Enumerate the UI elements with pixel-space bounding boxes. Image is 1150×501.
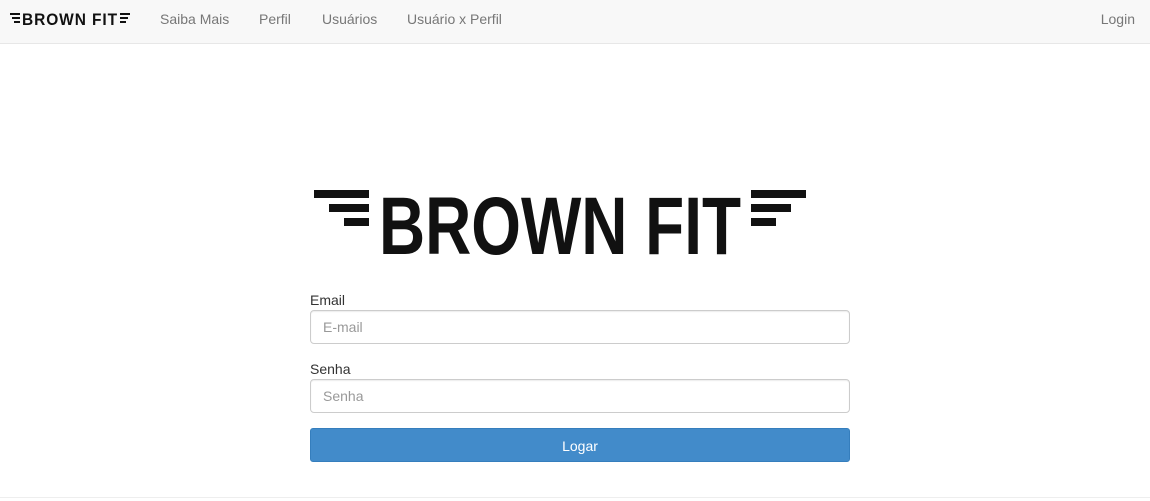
email-input[interactable]	[310, 310, 850, 344]
nav-usuario-x-perfil[interactable]: Usuário x Perfil	[407, 11, 502, 27]
footer-divider	[0, 497, 1150, 498]
brand-text: BROWN FIT	[22, 10, 118, 28]
password-label: Senha	[310, 361, 351, 377]
login-submit-button[interactable]: Logar	[310, 428, 850, 462]
top-navbar: BROWN FIT Saiba Mais Perfil Usuários Usu…	[0, 0, 1150, 44]
password-input[interactable]	[310, 379, 850, 413]
nav-saiba-mais[interactable]: Saiba Mais	[160, 11, 229, 27]
nav-perfil[interactable]: Perfil	[259, 11, 291, 27]
email-label: Email	[310, 292, 346, 308]
nav-usuarios[interactable]: Usuários	[322, 11, 377, 27]
brown-fit-logo-small[interactable]: BROWN FIT	[10, 8, 130, 28]
brown-fit-logo: BROWN FIT	[314, 186, 806, 258]
nav-login[interactable]: Login	[1101, 11, 1135, 27]
logo-text: BROWN FIT	[379, 186, 741, 258]
